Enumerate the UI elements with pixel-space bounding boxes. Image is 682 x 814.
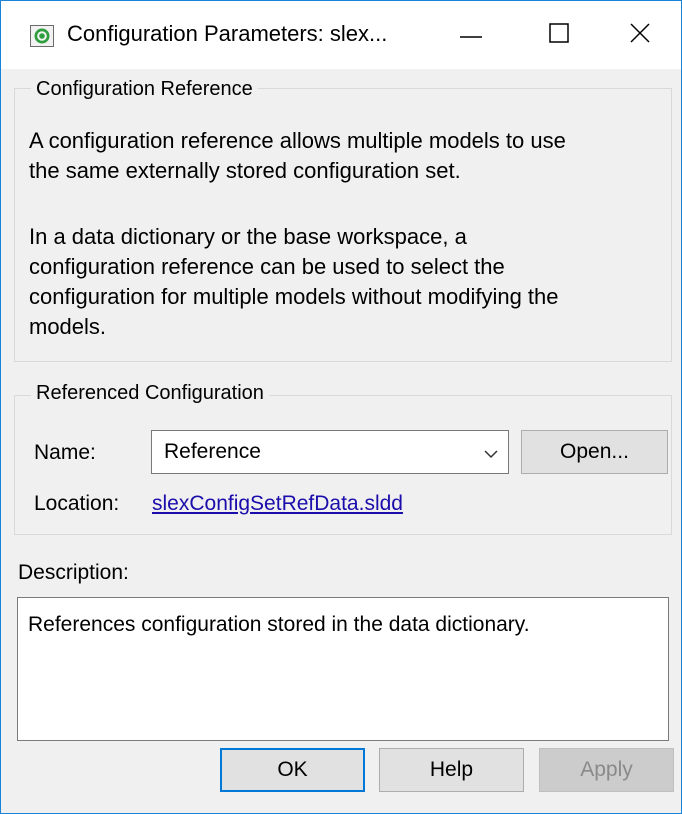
configuration-reference-title: Configuration Reference [31, 78, 258, 101]
simulink-gear-icon [30, 25, 54, 47]
paragraph-line: models. [29, 314, 107, 339]
description-textarea[interactable]: References configuration stored in the d… [17, 597, 669, 741]
name-dropdown[interactable]: Reference [151, 430, 509, 474]
description-paragraph-2: In a data dictionary or the base workspa… [29, 222, 559, 342]
paragraph-line: the same externally stored configuration… [29, 158, 461, 183]
dialog-body: Configuration Reference A configuration … [1, 69, 681, 813]
description-paragraph-1: A configuration reference allows multipl… [29, 126, 566, 186]
name-label: Name: [34, 441, 96, 464]
title-bar[interactable]: Configuration Parameters: slex... [1, 1, 681, 69]
configuration-parameters-dialog: Configuration Parameters: slex... Config… [0, 0, 682, 814]
apply-button[interactable]: Apply [539, 748, 674, 792]
paragraph-line: A configuration reference allows multipl… [29, 128, 566, 153]
location-label: Location: [34, 492, 120, 515]
maximize-icon [549, 22, 569, 48]
description-label: Description: [18, 561, 129, 584]
referenced-configuration-title: Referenced Configuration [31, 382, 269, 405]
help-button[interactable]: Help [379, 748, 524, 792]
maximize-button[interactable] [511, 1, 607, 69]
paragraph-line: configuration reference can be used to s… [29, 254, 505, 279]
minimize-icon [460, 26, 482, 44]
chevron-down-icon [484, 446, 498, 464]
paragraph-line: In a data dictionary or the base workspa… [29, 224, 467, 249]
description-text: References configuration stored in the d… [28, 613, 530, 636]
location-link[interactable]: slexConfigSetRefData.sldd [152, 492, 403, 516]
minimize-button[interactable] [423, 1, 519, 69]
close-icon [630, 22, 650, 48]
close-button[interactable] [599, 1, 681, 69]
window-title: Configuration Parameters: slex... [67, 21, 388, 46]
paragraph-line: configuration for multiple models withou… [29, 284, 559, 309]
open-button[interactable]: Open... [521, 430, 668, 474]
ok-button[interactable]: OK [220, 748, 365, 792]
name-dropdown-value: Reference [164, 440, 261, 463]
